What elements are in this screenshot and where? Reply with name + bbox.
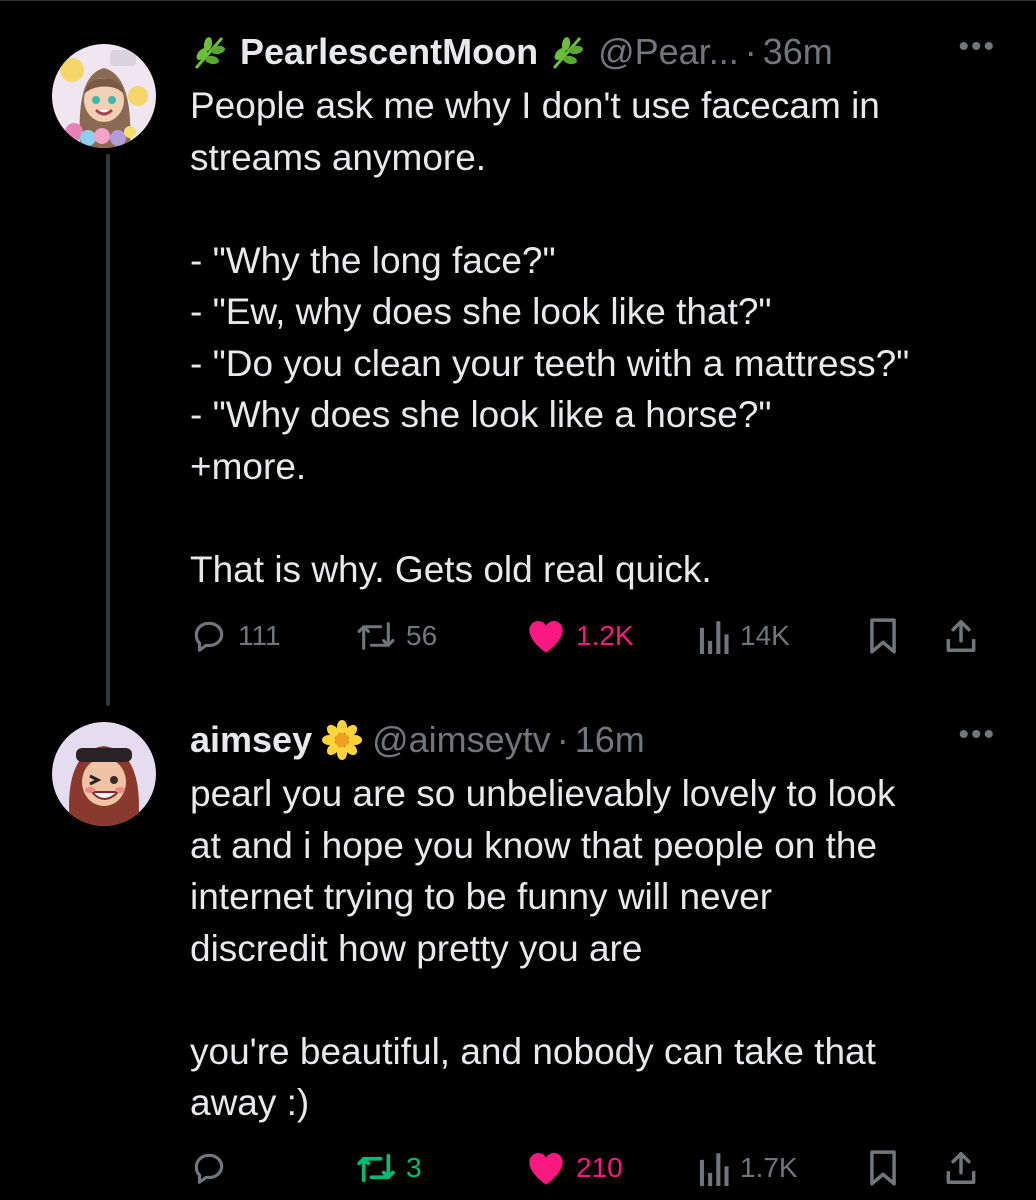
view-count: 14K [740,620,790,651]
herb-icon [548,32,588,72]
reply-count: 111 [238,620,281,651]
heart-filled-icon [529,1153,563,1185]
share-button[interactable] [942,616,980,656]
retweet-count: 56 [406,620,438,651]
timestamp[interactable]: 36m [763,32,833,72]
avatar-aimsey[interactable] [52,722,156,826]
like-button[interactable]: 210 [526,1148,623,1188]
more-options-icon[interactable]: ••• [958,720,996,750]
reply-button[interactable]: 111 [190,616,281,656]
top-divider [0,0,1036,1]
retweet-button[interactable]: 56 [356,616,437,656]
thread-connector-line [106,154,110,706]
reply-icon [194,1153,224,1184]
reply-icon [194,621,224,652]
user-handle[interactable]: @aimseytv [372,720,551,760]
like-button[interactable]: 1.2K [526,616,634,656]
separator-dot: · [556,719,569,760]
tweet-actions: 111 56 1.2K 14K [190,616,990,656]
like-count: 1.2K [576,620,634,651]
heart-filled-icon [529,621,563,653]
views-button[interactable]: 14K [696,616,790,656]
display-name[interactable]: PearlescentMoon [240,32,538,72]
share-icon [946,620,976,652]
retweet-icon [357,622,395,650]
separator-dot: · [744,31,757,72]
bookmark-button[interactable] [866,1148,900,1188]
avatar-illustration-icon [52,722,156,826]
timestamp[interactable]: 16m [575,720,645,760]
share-button[interactable] [942,1148,980,1188]
tweet-actions: 3 210 1.7K [190,1148,990,1188]
tweet-header: PearlescentMoon @Pear... · 36m ••• [190,32,996,72]
retweet-active-icon [357,1153,395,1183]
like-count: 210 [576,1152,623,1183]
share-icon [946,1152,976,1184]
herb-icon [190,32,230,72]
reply-button[interactable] [190,1148,238,1188]
views-button[interactable]: 1.7K [696,1148,798,1188]
retweet-count: 3 [406,1152,422,1183]
view-count: 1.7K [740,1152,798,1183]
avatar-illustration-icon [52,44,156,148]
more-options-icon[interactable]: ••• [958,32,996,62]
bookmark-icon [870,618,896,654]
display-name[interactable]: aimsey [190,720,312,760]
retweet-button[interactable]: 3 [356,1148,422,1188]
bookmark-button[interactable] [866,616,900,656]
analytics-icon [699,1153,729,1186]
analytics-icon [699,621,729,654]
avatar-pearlescentmoon[interactable] [52,44,156,148]
tweet-text: pearl you are so unbelievably lovely to … [190,773,896,1123]
user-handle[interactable]: @Pear... [598,32,739,72]
tweet-text: People ask me why I don't use facecam in… [190,85,910,590]
bookmark-icon [870,1150,896,1186]
tweet-header: aimsey @aimseytv · 16m ••• [190,720,996,760]
blossom-icon [322,720,363,760]
